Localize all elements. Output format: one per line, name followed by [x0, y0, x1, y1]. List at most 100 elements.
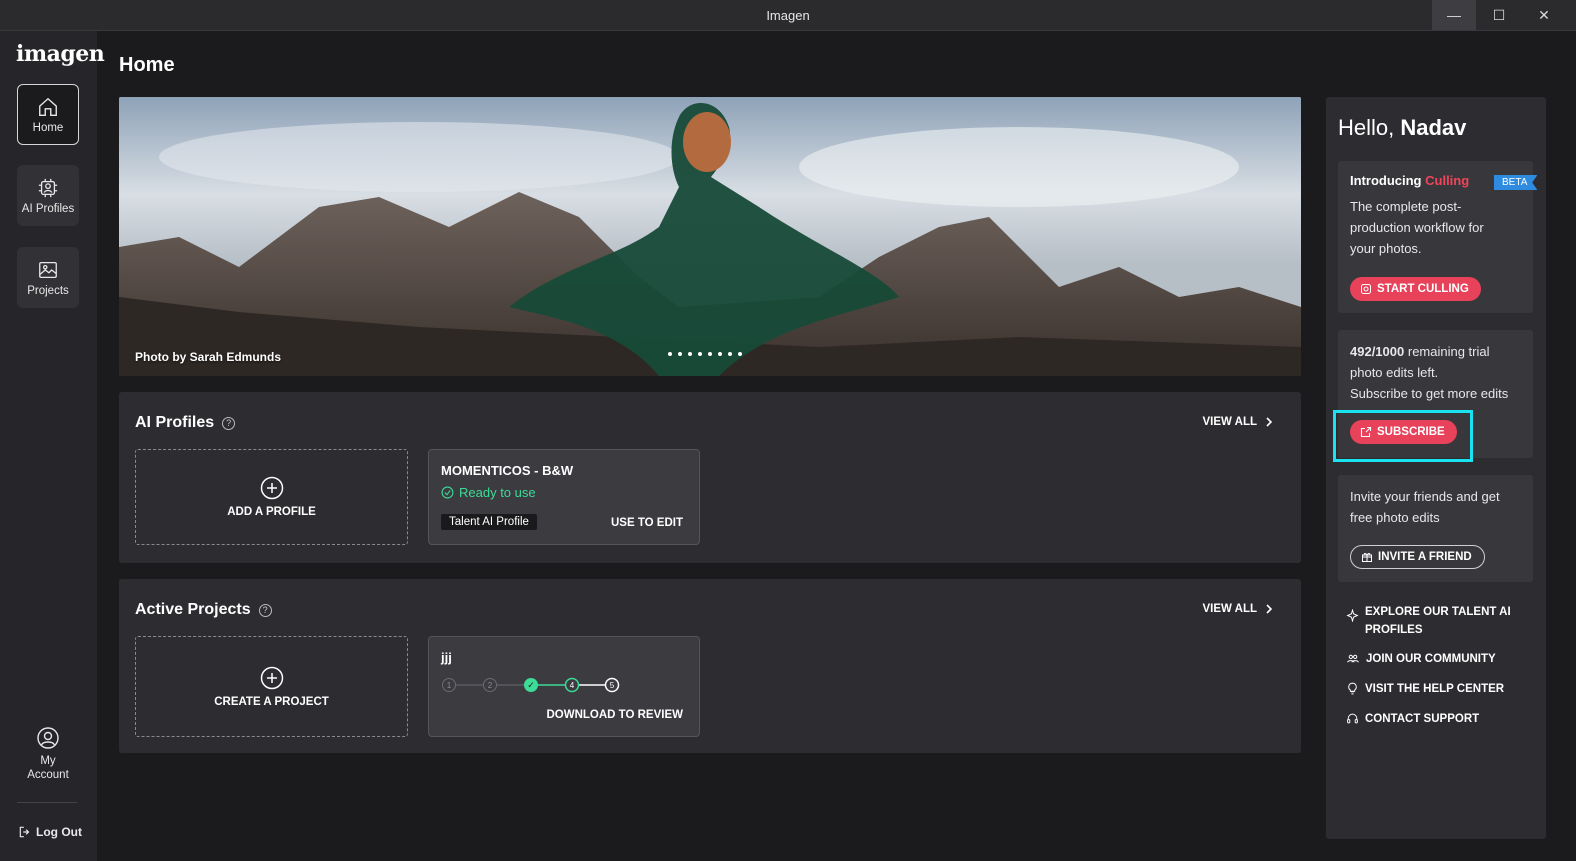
ai-profiles-view-all[interactable]: VIEW ALL [1202, 416, 1273, 428]
carousel-dot[interactable] [698, 352, 702, 356]
project-progress-steps: 1 2 ✓ 4 5 [442, 677, 620, 693]
subscribe-label: SUBSCRIBE [1377, 426, 1445, 438]
greeting: Hello, Nadav [1338, 115, 1466, 141]
join-community-link[interactable]: JOIN OUR COMMUNITY [1346, 650, 1516, 668]
explore-line-1: EXPLORE OUR TALENT AI [1365, 606, 1511, 618]
carousel-dot[interactable] [738, 352, 742, 356]
help-center-link[interactable]: VISIT THE HELP CENTER [1346, 680, 1516, 698]
greeting-user: Nadav [1400, 115, 1467, 140]
start-culling-label: START CULLING [1377, 283, 1469, 295]
ai-profiles-title: AI Profiles ? [135, 414, 236, 432]
minimize-button[interactable]: — [1432, 0, 1476, 30]
imagen-logo: imagen [16, 41, 105, 67]
view-all-label: VIEW ALL [1202, 603, 1257, 615]
invite-friend-button[interactable]: INVITE A FRIEND [1350, 545, 1485, 569]
plus-circle-icon [260, 666, 283, 689]
invite-friend-label: INVITE A FRIEND [1378, 551, 1472, 563]
home-icon [39, 97, 57, 116]
culling-description: The complete post- production workflow f… [1350, 196, 1525, 259]
step-label: 4 [570, 681, 575, 690]
right-panel: Hello, Nadav Introducing Culling BETA Th… [1326, 97, 1546, 839]
window-title: Imagen [766, 8, 810, 23]
check-circle-icon [441, 486, 454, 499]
use-to-edit-button[interactable]: USE TO EDIT [611, 517, 683, 529]
minimize-icon: — [1447, 7, 1461, 23]
explore-profiles-link[interactable]: EXPLORE OUR TALENT AI PROFILES [1346, 603, 1516, 639]
beta-badge: BETA [1494, 175, 1538, 190]
carousel-dot[interactable] [668, 352, 672, 356]
help-icon[interactable]: ? [222, 416, 236, 430]
hero-banner: Photo by Sarah Edmunds [119, 97, 1301, 376]
culling-line-1: The complete post- [1350, 199, 1462, 214]
subscribe-button[interactable]: SUBSCRIBE [1350, 420, 1457, 444]
carousel-dot[interactable] [688, 352, 692, 356]
profile-card[interactable]: MOMENTICOS - B&W Ready to use Talent AI … [428, 449, 700, 545]
add-profile-button[interactable]: ADD A PROFILE [135, 449, 408, 545]
sidebar-divider [17, 802, 77, 803]
logout-label: Log Out [36, 825, 82, 839]
project-card[interactable]: jjj 1 2 ✓ 4 5 DOWNLOAD TO REVIEW [428, 636, 700, 737]
photo-credit: Photo by Sarah Edmunds [135, 350, 282, 364]
culling-intro: Introducing [1350, 173, 1422, 188]
carousel-dots[interactable] [668, 352, 742, 356]
start-culling-button[interactable]: START CULLING [1350, 277, 1481, 301]
logout-icon [19, 826, 30, 838]
ai-chip-icon [38, 178, 58, 197]
profile-type-tag: Talent AI Profile [441, 514, 537, 530]
step-label: 2 [488, 681, 493, 690]
step-label: ✓ [527, 681, 535, 691]
contact-support-link[interactable]: CONTACT SUPPORT [1346, 710, 1516, 728]
step-4: 4 [564, 677, 580, 693]
chevron-right-icon [1266, 604, 1273, 614]
carousel-dot[interactable] [708, 352, 712, 356]
carousel-dot[interactable] [718, 352, 722, 356]
page-title: Home [119, 54, 175, 76]
profile-status-label: Ready to use [459, 485, 536, 500]
external-link-icon [1360, 426, 1372, 438]
view-all-label: VIEW ALL [1202, 416, 1257, 428]
projects-heading: Active Projects [135, 601, 251, 618]
profile-status: Ready to use [441, 485, 536, 500]
step-1: 1 [442, 678, 456, 692]
step-5: 5 [604, 677, 620, 693]
sidebar: imagen Home AI Profiles Projects My Acco… [0, 31, 105, 861]
explore-line-2: PROFILES [1365, 624, 1423, 636]
trial-count: 492/1000 [1350, 344, 1405, 359]
maximize-icon: ☐ [1492, 6, 1506, 23]
culling-line-3: your photos. [1350, 241, 1422, 256]
culling-feature: Culling [1425, 173, 1470, 188]
projects-view-all[interactable]: VIEW ALL [1202, 603, 1273, 615]
community-label: JOIN OUR COMMUNITY [1366, 653, 1496, 665]
carousel-dot[interactable] [678, 352, 682, 356]
step-label: 5 [610, 681, 615, 690]
community-icon [1347, 654, 1359, 663]
create-project-button[interactable]: CREATE A PROJECT [135, 636, 408, 737]
close-icon: ✕ [1538, 6, 1550, 23]
download-to-review-button[interactable]: DOWNLOAD TO REVIEW [546, 709, 683, 721]
carousel-dot[interactable] [728, 352, 732, 356]
sidebar-item-ai-profiles[interactable]: AI Profiles [17, 165, 79, 226]
help-icon[interactable]: ? [258, 603, 272, 617]
account-label-2: Account [27, 769, 69, 781]
sidebar-item-label: AI Profiles [21, 202, 75, 215]
trial-line-1: 492/1000 remaining trial [1350, 341, 1525, 362]
project-name: jjj [441, 650, 452, 665]
my-account-button[interactable]: My Account [17, 726, 79, 782]
close-button[interactable]: ✕ [1522, 0, 1566, 30]
account-icon [37, 727, 59, 749]
sidebar-item-projects[interactable]: Projects [17, 247, 79, 308]
sidebar-item-label: Home [32, 121, 64, 134]
contact-support-label: CONTACT SUPPORT [1365, 713, 1480, 725]
step-label: 1 [447, 681, 452, 690]
trial-box: 492/1000 remaining trial photo edits lef… [1338, 330, 1533, 458]
sidebar-item-label: Projects [27, 284, 69, 297]
greeting-hello: Hello, [1338, 115, 1395, 140]
trial-line-2: photo edits left. [1350, 365, 1439, 380]
plus-circle-icon [260, 476, 283, 500]
title-bar: Imagen — ☐ ✕ [0, 0, 1576, 31]
profile-name: MOMENTICOS - B&W [441, 463, 574, 478]
sidebar-item-home[interactable]: Home [17, 84, 79, 145]
maximize-button[interactable]: ☐ [1477, 0, 1521, 30]
help-center-label: VISIT THE HELP CENTER [1365, 683, 1505, 695]
logout-button[interactable]: Log Out [18, 825, 82, 839]
